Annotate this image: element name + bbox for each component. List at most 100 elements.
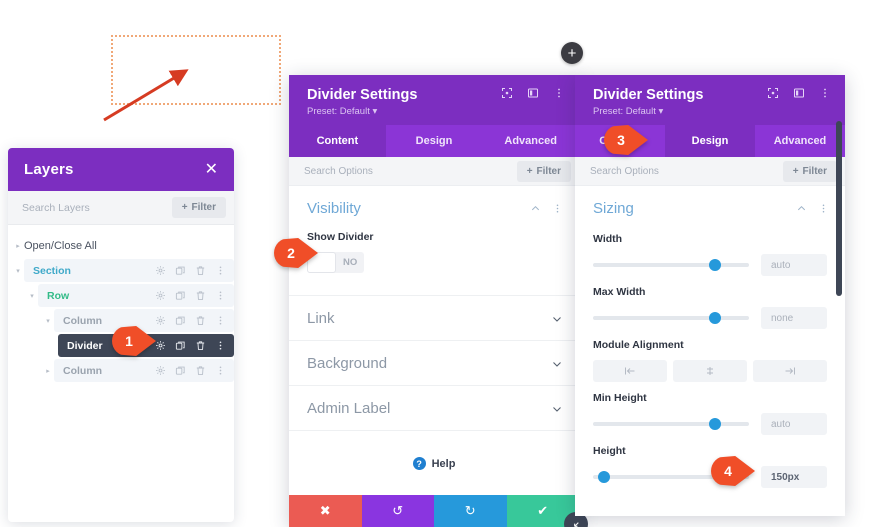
duplicate-icon[interactable] <box>175 290 186 301</box>
layer-actions <box>155 340 226 351</box>
close-icon[interactable]: ✕ <box>205 161 218 178</box>
redo-button[interactable]: ↻ <box>434 495 507 527</box>
accordion-background[interactable]: Background <box>289 341 579 386</box>
chevron-right-icon[interactable]: ▸ <box>42 367 54 375</box>
align-center-button[interactable] <box>673 360 747 382</box>
plus-icon: + <box>792 165 799 177</box>
chevron-up-icon[interactable] <box>796 203 807 214</box>
plus-icon: + <box>567 44 577 62</box>
layer-row-section[interactable]: ▾ Section <box>8 258 234 283</box>
chevron-down-icon[interactable] <box>551 403 563 415</box>
accordion-link[interactable]: Link <box>289 296 579 341</box>
more-vertical-icon[interactable] <box>819 87 831 99</box>
align-left-button[interactable] <box>593 360 667 382</box>
chevron-down-icon[interactable] <box>551 358 563 370</box>
layers-filter-button[interactable]: + Filter <box>171 197 226 218</box>
preset-selector[interactable]: Preset: Default ▾ <box>593 106 703 117</box>
more-vertical-icon[interactable] <box>818 203 829 214</box>
width-slider[interactable] <box>593 259 749 271</box>
height-field: Height 150px <box>575 435 845 488</box>
focus-target-icon[interactable] <box>501 87 513 99</box>
duplicate-icon[interactable] <box>175 340 186 351</box>
min-height-field: Min Height auto <box>575 382 845 435</box>
trash-icon[interactable] <box>195 290 206 301</box>
height-value[interactable]: 150px <box>761 466 827 488</box>
min-height-slider[interactable] <box>593 418 749 430</box>
chevron-down-icon[interactable] <box>551 313 563 325</box>
layers-title: Layers <box>24 161 74 178</box>
max-width-slider[interactable] <box>593 312 749 324</box>
callout-badge-4: 4 <box>711 456 755 486</box>
options-filter-button[interactable]: + Filter <box>782 160 837 182</box>
more-vertical-icon[interactable] <box>552 203 563 214</box>
modal-action-bar: ✖ ↺ ↻ ✔ <box>289 495 579 527</box>
trash-icon[interactable] <box>195 265 206 276</box>
duplicate-icon[interactable] <box>175 315 186 326</box>
slider-knob[interactable] <box>708 418 721 430</box>
accordion-visibility[interactable]: Visibility <box>289 186 579 221</box>
layer-chip-column[interactable]: Column <box>54 359 234 382</box>
tab-advanced[interactable]: Advanced <box>482 125 579 157</box>
resize-arrow-icon <box>573 521 579 527</box>
trash-icon[interactable] <box>195 340 206 351</box>
chevron-down-icon: ▾ <box>372 106 378 117</box>
accordion-title: Background <box>307 355 388 372</box>
layer-chip-section[interactable]: Section <box>24 259 234 282</box>
search-options-input[interactable]: Search Options <box>590 166 659 177</box>
panel-layout-icon[interactable] <box>527 87 539 99</box>
gear-icon[interactable] <box>155 315 166 326</box>
gear-icon[interactable] <box>155 265 166 276</box>
accordion-admin-label[interactable]: Admin Label <box>289 386 579 431</box>
show-divider-field: Show Divider NO <box>289 221 579 296</box>
help-link[interactable]: ? Help <box>289 431 579 470</box>
slider-knob[interactable] <box>708 312 721 324</box>
preset-selector[interactable]: Preset: Default ▾ <box>307 106 417 117</box>
duplicate-icon[interactable] <box>175 365 186 376</box>
tab-advanced[interactable]: Advanced <box>755 125 845 157</box>
modal-header-icons <box>767 87 831 99</box>
tab-design[interactable]: Design <box>386 125 483 157</box>
search-options-input[interactable]: Search Options <box>304 166 373 177</box>
options-filter-button[interactable]: + Filter <box>516 160 571 182</box>
width-value[interactable]: auto <box>761 254 827 276</box>
tab-content[interactable]: Content <box>289 125 386 157</box>
layer-row-column-2[interactable]: ▸ Column <box>8 358 234 383</box>
modal-title: Divider Settings <box>593 87 704 103</box>
more-vertical-icon[interactable] <box>215 340 226 351</box>
gear-icon[interactable] <box>155 290 166 301</box>
gear-icon[interactable] <box>155 365 166 376</box>
more-vertical-icon[interactable] <box>215 265 226 276</box>
search-layers-input[interactable]: Search Layers <box>22 202 90 214</box>
gear-icon[interactable] <box>155 340 166 351</box>
chevron-down-icon[interactable]: ▾ <box>26 292 38 300</box>
layer-label: Row <box>47 289 70 302</box>
trash-icon[interactable] <box>195 365 206 376</box>
chevron-down-icon[interactable]: ▾ <box>42 317 54 325</box>
more-vertical-icon[interactable] <box>215 365 226 376</box>
add-module-button[interactable]: + <box>561 42 583 64</box>
focus-target-icon[interactable] <box>767 87 779 99</box>
open-close-all-row[interactable]: ▸ Open/Close All <box>8 233 234 258</box>
chevron-up-icon[interactable] <box>530 203 541 214</box>
more-vertical-icon[interactable] <box>553 87 565 99</box>
accordion-sizing[interactable]: Sizing <box>575 186 845 223</box>
tab-design[interactable]: Design <box>665 125 755 157</box>
duplicate-icon[interactable] <box>175 265 186 276</box>
chevron-down-icon[interactable]: ▾ <box>12 267 24 275</box>
chevron-right-icon: ▸ <box>16 242 20 250</box>
undo-button[interactable]: ↺ <box>361 495 434 527</box>
layer-chip-row[interactable]: Row <box>38 284 234 307</box>
slider-knob[interactable] <box>597 471 610 483</box>
layer-row-row[interactable]: ▾ Row <box>8 283 234 308</box>
align-right-button[interactable] <box>753 360 827 382</box>
cancel-button[interactable]: ✖ <box>289 495 362 527</box>
vertical-scrollbar[interactable] <box>836 121 842 296</box>
trash-icon[interactable] <box>195 315 206 326</box>
slider-knob[interactable] <box>708 259 721 271</box>
min-height-value[interactable]: auto <box>761 413 827 435</box>
more-vertical-icon[interactable] <box>215 290 226 301</box>
max-width-label: Max Width <box>593 286 646 298</box>
max-width-value[interactable]: none <box>761 307 827 329</box>
panel-layout-icon[interactable] <box>793 87 805 99</box>
more-vertical-icon[interactable] <box>215 315 226 326</box>
